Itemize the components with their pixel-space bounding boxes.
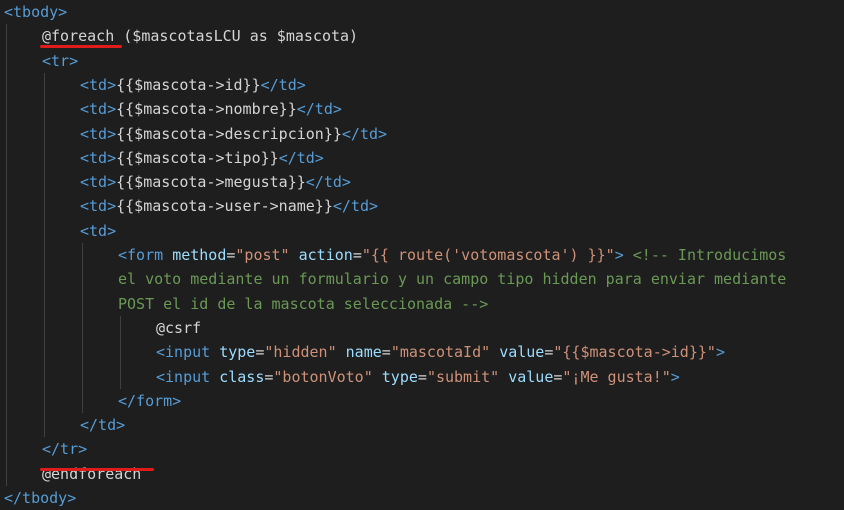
code-token: <!-- Introducimos bbox=[632, 246, 787, 264]
code-token: > bbox=[715, 343, 725, 362]
code-token: <td> bbox=[80, 124, 117, 143]
code-token: "{{$mascota->id}}" bbox=[553, 343, 716, 362]
code-token: {{$mascota->descripcion}} bbox=[116, 124, 342, 143]
code-token: POST el id de la mascota seleccionada --… bbox=[118, 294, 489, 313]
code-line[interactable]: </tbody> bbox=[4, 486, 76, 510]
code-token: = bbox=[417, 367, 427, 386]
code-token: "post" bbox=[235, 246, 290, 264]
code-token: <td> bbox=[80, 100, 117, 119]
code-line[interactable]: <form method="post" action="{{ route('vo… bbox=[118, 243, 786, 267]
indent-guide bbox=[44, 72, 45, 438]
code-token: "¡Me gusta!" bbox=[562, 367, 671, 386]
code-token: class bbox=[219, 367, 265, 386]
code-token: "submit" bbox=[426, 367, 500, 386]
code-token: <td> bbox=[80, 197, 117, 216]
code-token: type bbox=[381, 367, 418, 386]
code-line[interactable]: <td>{{$mascota->nombre}}</td> bbox=[80, 97, 342, 121]
code-token: {{$mascota->tipo}} bbox=[116, 148, 279, 167]
code-token: {{$mascota->id}} bbox=[116, 75, 261, 94]
code-token: <input bbox=[156, 343, 211, 362]
code-token: = bbox=[381, 343, 391, 362]
code-token: </td> bbox=[305, 173, 351, 192]
code-token: "hidden" bbox=[264, 343, 337, 362]
code-token: value bbox=[499, 343, 545, 362]
code-token: </td> bbox=[260, 75, 306, 94]
code-line[interactable]: POST el id de la mascota seleccionada --… bbox=[118, 292, 488, 316]
code-token: method bbox=[172, 246, 227, 264]
code-line[interactable]: <td>{{$mascota->id}}</td> bbox=[80, 73, 306, 97]
code-token: = bbox=[352, 246, 362, 264]
code-line[interactable]: <tbody> bbox=[4, 0, 67, 24]
code-line[interactable]: <input class="botonVoto" type="submit" v… bbox=[156, 365, 680, 389]
code-token: <form bbox=[118, 246, 164, 264]
code-token: value bbox=[508, 367, 554, 386]
code-token: </td> bbox=[332, 197, 379, 216]
indent-guide bbox=[82, 243, 83, 414]
code-token: @csrf bbox=[156, 318, 202, 337]
code-token: </td> bbox=[296, 100, 342, 119]
code-line[interactable]: <td>{{$mascota->tipo}}</td> bbox=[80, 146, 324, 170]
endforeach-underline bbox=[40, 468, 154, 471]
code-token: </td> bbox=[278, 148, 324, 167]
indent-guide bbox=[120, 315, 121, 389]
code-editor[interactable]: <tbody> @foreach ($mascotasLCU as $mascot… bbox=[0, 0, 844, 507]
code-token: ($mascotasLCU as $mascota) bbox=[114, 27, 359, 46]
code-token: {{$mascota->megusta}} bbox=[116, 173, 306, 192]
code-token: <td> bbox=[80, 221, 117, 240]
code-line[interactable]: </form> bbox=[118, 389, 181, 413]
code-token: </tbody> bbox=[4, 489, 77, 507]
code-token: </td> bbox=[341, 124, 388, 143]
code-line[interactable]: <td> bbox=[80, 219, 116, 243]
code-token: </td> bbox=[80, 416, 126, 435]
code-token: name bbox=[345, 343, 382, 362]
code-token: @foreach bbox=[42, 27, 115, 46]
code-line[interactable]: <tr> bbox=[42, 49, 78, 73]
code-token: type bbox=[219, 343, 256, 362]
code-line[interactable]: el voto mediante un formulario y un camp… bbox=[118, 267, 786, 291]
code-line[interactable]: @csrf bbox=[156, 316, 201, 340]
code-token: action bbox=[298, 246, 353, 264]
indent-guide bbox=[6, 24, 7, 486]
code-token: <td> bbox=[80, 173, 117, 192]
code-line[interactable]: <input type="hidden" name="mascotaId" va… bbox=[156, 340, 725, 364]
code-token: "{{ route('votomascota') }}" bbox=[361, 246, 615, 264]
code-line[interactable]: <td>{{$mascota->megusta}}</td> bbox=[80, 170, 351, 194]
code-line[interactable]: </tr> bbox=[42, 437, 87, 461]
code-token: {{$mascota->nombre}} bbox=[116, 100, 297, 119]
code-token: <td> bbox=[80, 75, 117, 94]
code-token: <input bbox=[156, 367, 211, 386]
code-line[interactable]: <td>{{$mascota->user->name}}</td> bbox=[80, 194, 378, 218]
code-token: > bbox=[670, 367, 680, 386]
code-line[interactable]: <td>{{$mascota->descripcion}}</td> bbox=[80, 122, 387, 146]
code-token: <td> bbox=[80, 148, 117, 167]
code-token: </form> bbox=[118, 391, 182, 410]
code-line[interactable]: @endforeach bbox=[42, 462, 141, 486]
code-line[interactable]: </td> bbox=[80, 413, 125, 437]
code-token: el voto mediante un formulario y un camp… bbox=[118, 270, 787, 289]
code-token: "botonVoto" bbox=[273, 367, 373, 386]
code-token: </tr> bbox=[42, 440, 88, 459]
foreach-underline bbox=[40, 45, 122, 48]
code-token: <tbody> bbox=[4, 3, 68, 21]
code-token: "mascotaId" bbox=[390, 343, 491, 362]
code-token: <tr> bbox=[42, 51, 79, 70]
code-token: {{$mascota->user->name}} bbox=[116, 197, 333, 216]
code-token: > bbox=[614, 246, 624, 264]
